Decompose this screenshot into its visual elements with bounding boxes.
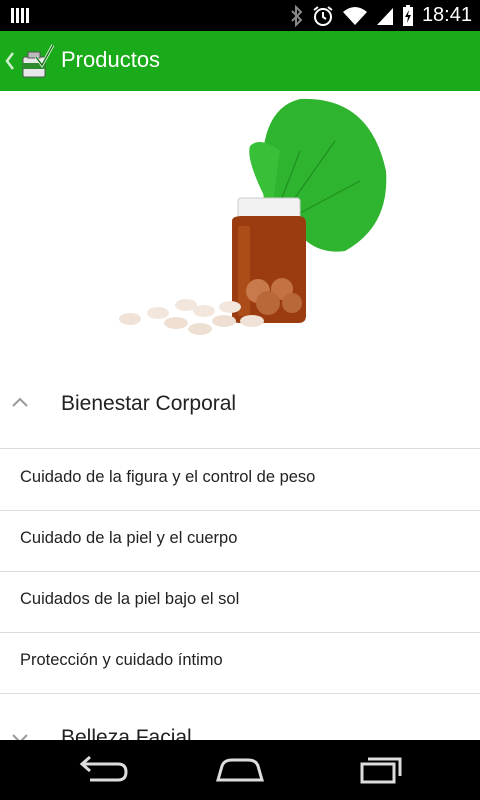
navigation-bar <box>0 740 480 800</box>
section-title: Belleza Facial <box>61 726 192 740</box>
list-item-cuidado-piel-cuerpo[interactable]: Cuidado de la piel y el cuerpo <box>0 510 480 572</box>
recents-icon[interactable] <box>352 752 412 788</box>
chevron-up-icon <box>12 397 28 407</box>
list-item-cuidado-figura[interactable]: Cuidado de la figura y el control de pes… <box>0 449 480 511</box>
list-item-proteccion-intimo[interactable]: Protección y cuidado íntimo <box>0 632 480 694</box>
chevron-down-icon <box>12 734 28 740</box>
list-item-label: Protección y cuidado íntimo <box>20 651 223 669</box>
pharmacy-logo-icon[interactable] <box>20 43 54 79</box>
list-item-cuidados-piel-sol[interactable]: Cuidados de la piel bajo el sol <box>0 571 480 633</box>
battery-icon <box>402 4 413 26</box>
home-icon[interactable] <box>210 752 270 788</box>
list-item-label: Cuidado de la piel y el cuerpo <box>20 529 238 547</box>
list-item-label: Cuidado de la figura y el control de pes… <box>20 468 316 486</box>
status-time: 18:41 <box>421 4 472 26</box>
alarm-icon <box>313 5 333 26</box>
chevron-left-icon[interactable] <box>4 50 16 72</box>
app-bar: Productos <box>0 31 480 91</box>
list-item-label: Cuidados de la piel bajo el sol <box>20 590 240 608</box>
section-header-bienestar-corporal[interactable]: Bienestar Corporal <box>0 370 480 449</box>
signal-bars-icon <box>11 8 29 23</box>
section-header-belleza-facial[interactable]: Belleza Facial <box>0 700 480 740</box>
back-icon[interactable] <box>70 752 130 788</box>
medicine-bottle-ginkgo-image <box>119 98 387 335</box>
page-title: Productos <box>61 47 161 72</box>
bluetooth-icon <box>291 4 303 27</box>
section-title: Bienestar Corporal <box>61 392 237 415</box>
wifi-icon <box>342 6 367 25</box>
cell-signal-icon <box>376 7 393 25</box>
status-bar: 18:41 <box>0 0 480 31</box>
hero-image <box>0 91 480 361</box>
